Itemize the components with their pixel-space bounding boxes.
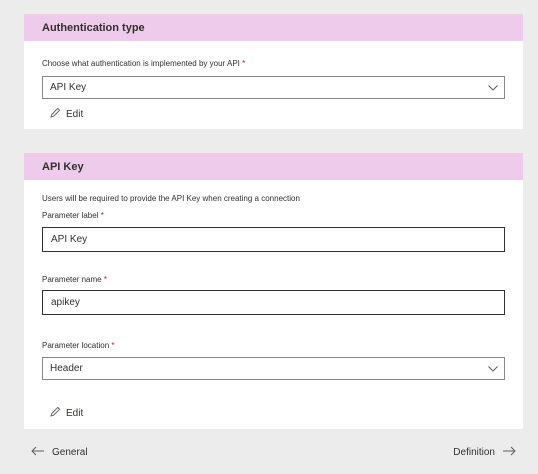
api-key-help-text: Users will be required to provide the AP… [42, 194, 300, 203]
dropdown-value: API Key [50, 82, 87, 93]
required-mark: * [100, 211, 104, 220]
auth-help-text: Choose what authentication is implemente… [42, 59, 246, 68]
back-general-link[interactable]: General [31, 446, 88, 459]
parameter-label-input[interactable]: API Key [42, 227, 505, 252]
dropdown-value: Header [50, 363, 83, 374]
parameter-location-dropdown[interactable]: Header [42, 357, 505, 380]
back-label: General [52, 447, 88, 458]
edit-api-key-button[interactable]: Edit [50, 406, 83, 420]
pencil-icon [50, 107, 61, 121]
input-value: apikey [51, 297, 80, 308]
parameter-name-input[interactable]: apikey [42, 290, 505, 315]
card-title: Authentication type [24, 14, 523, 41]
card-title: API Key [24, 153, 523, 180]
arrow-right-icon [502, 446, 516, 459]
chevron-down-icon [488, 84, 498, 92]
required-mark: * [242, 59, 246, 68]
parameter-location-label: Parameter location * [42, 341, 115, 350]
required-mark: * [103, 275, 107, 284]
required-mark: * [111, 341, 115, 350]
parameter-label-label: Parameter label * [42, 211, 104, 220]
next-definition-link[interactable]: Definition [453, 446, 516, 459]
pencil-icon [50, 406, 61, 420]
authentication-type-dropdown[interactable]: API Key [42, 76, 505, 99]
input-value: API Key [51, 234, 88, 245]
parameter-name-label: Parameter name * [42, 275, 107, 284]
arrow-left-icon [31, 446, 45, 459]
authentication-type-card: Authentication type Choose what authenti… [24, 14, 523, 129]
api-key-card: API Key Users will be required to provid… [24, 153, 523, 429]
edit-label: Edit [66, 108, 84, 120]
chevron-down-icon [488, 365, 498, 373]
edit-authentication-button[interactable]: Edit [50, 107, 83, 121]
edit-label: Edit [66, 407, 84, 419]
next-label: Definition [453, 447, 495, 458]
